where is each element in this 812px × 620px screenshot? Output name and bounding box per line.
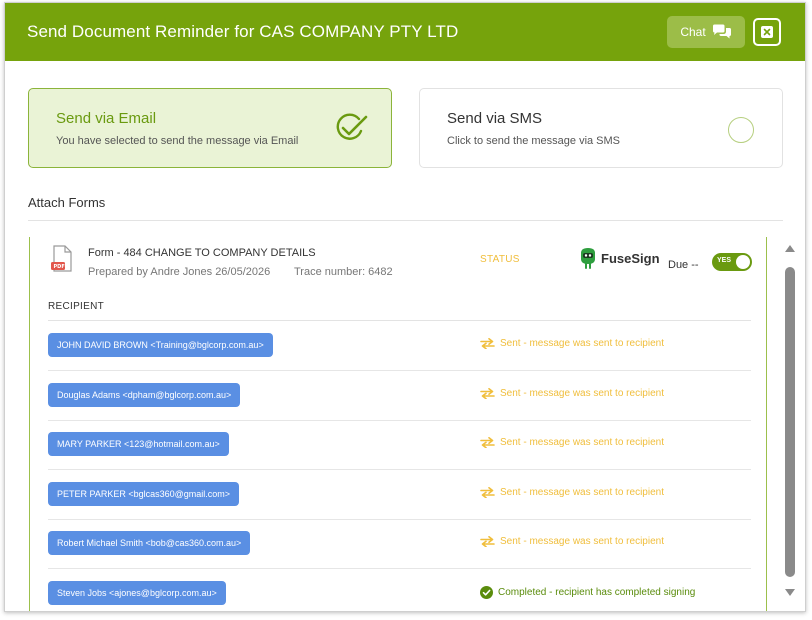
close-icon <box>761 26 773 38</box>
status-column-header: STATUS <box>480 254 520 265</box>
svg-text:PDF: PDF <box>54 264 65 270</box>
table-row: Douglas Adams <dpham@bglcorp.com.au> Sen… <box>48 371 751 421</box>
pdf-file-icon: PDF <box>51 245 72 272</box>
table-row: JOHN DAVID BROWN <Training@bglcorp.com.a… <box>48 321 751 371</box>
transfer-arrows-icon <box>480 536 495 547</box>
recipient-chip[interactable]: PETER PARKER <bglcas360@gmail.com> <box>48 482 240 506</box>
form-title: Form - 484 CHANGE TO COMPANY DETAILS <box>88 247 316 259</box>
status-text: Sent - message was sent to recipient <box>480 487 664 498</box>
email-option-description: You have selected to send the message vi… <box>56 135 299 147</box>
table-row: MARY PARKER <123@hotmail.com.au> Sent - … <box>48 420 751 470</box>
dialog-header: Send Document Reminder for CAS COMPANY P… <box>5 3 805 61</box>
status-text: Sent - message was sent to recipient <box>480 338 664 349</box>
table-row: Robert Michael Smith <bob@cas360.com.au>… <box>48 519 751 569</box>
divider <box>28 220 783 221</box>
status-label: Sent - message was sent to recipient <box>500 388 664 399</box>
recipient-chip[interactable]: Steven Jobs <ajones@bglcorp.com.au> <box>48 581 226 605</box>
fusesign-logo-icon <box>581 248 595 269</box>
yes-toggle[interactable]: YES <box>712 253 752 271</box>
transfer-arrows-icon <box>480 388 495 399</box>
sms-radio[interactable] <box>728 117 754 143</box>
sms-option-description: Click to send the message via SMS <box>447 135 621 147</box>
status-label: Completed - recipient has completed sign… <box>498 587 696 598</box>
recipient-column-header: RECIPIENT <box>48 301 105 312</box>
fusesign-logo: FuseSign <box>578 247 660 269</box>
scrollbar[interactable] <box>783 241 797 601</box>
toggle-knob <box>736 255 750 269</box>
scroll-down-arrow-icon[interactable] <box>785 589 795 596</box>
transfer-arrows-icon <box>480 338 495 349</box>
chat-button[interactable]: Chat <box>667 16 745 48</box>
chat-button-label: Chat <box>680 25 706 39</box>
table-row: PETER PARKER <bglcas360@gmail.com> Sent … <box>48 470 751 520</box>
send-via-sms-option[interactable]: Send via SMS Click to send the message v… <box>419 88 783 168</box>
close-button[interactable] <box>753 18 781 46</box>
recipient-chip[interactable]: JOHN DAVID BROWN <Training@bglcorp.com.a… <box>48 333 273 357</box>
status-label: Sent - message was sent to recipient <box>500 536 664 547</box>
transfer-arrows-icon <box>480 437 495 448</box>
table-row: Steven Jobs <ajones@bglcorp.com.au> Comp… <box>48 569 751 611</box>
status-text: Sent - message was sent to recipient <box>480 437 664 448</box>
recipient-chip[interactable]: MARY PARKER <123@hotmail.com.au> <box>48 432 229 456</box>
status-label: Sent - message was sent to recipient <box>500 487 664 498</box>
scroll-up-arrow-icon[interactable] <box>785 245 795 252</box>
status-label: Sent - message was sent to recipient <box>500 338 664 349</box>
checkmark-circle-icon <box>336 113 368 140</box>
scrollbar-thumb[interactable] <box>785 267 795 577</box>
form-prepared-by: Prepared by Andre Jones 26/05/2026 <box>88 266 271 278</box>
check-circle-icon <box>480 586 493 599</box>
status-text: Completed - recipient has completed sign… <box>480 586 695 599</box>
due-label: Due -- <box>668 259 699 271</box>
toggle-label: YES <box>717 257 732 264</box>
send-reminder-dialog: Send Document Reminder for CAS COMPANY P… <box>4 2 806 612</box>
status-label: Sent - message was sent to recipient <box>500 437 664 448</box>
chat-bubbles-icon <box>712 24 731 39</box>
attach-forms-label: Attach Forms <box>28 195 106 210</box>
transfer-arrows-icon <box>480 487 495 498</box>
sms-option-title: Send via SMS <box>447 110 543 127</box>
form-trace-number: Trace number: 6482 <box>294 266 393 278</box>
status-text: Sent - message was sent to recipient <box>480 536 664 547</box>
dialog-title: Send Document Reminder for CAS COMPANY P… <box>27 22 459 41</box>
send-via-email-option[interactable]: Send via Email You have selected to send… <box>28 88 392 168</box>
recipient-chip[interactable]: Douglas Adams <dpham@bglcorp.com.au> <box>48 383 241 407</box>
status-text: Sent - message was sent to recipient <box>480 388 664 399</box>
form-panel: PDF Form - 484 CHANGE TO COMPANY DETAILS… <box>29 237 767 611</box>
email-option-title: Send via Email <box>56 110 157 127</box>
fusesign-logo-text: FuseSign <box>601 250 660 266</box>
recipient-chip[interactable]: Robert Michael Smith <bob@cas360.com.au> <box>48 531 251 555</box>
